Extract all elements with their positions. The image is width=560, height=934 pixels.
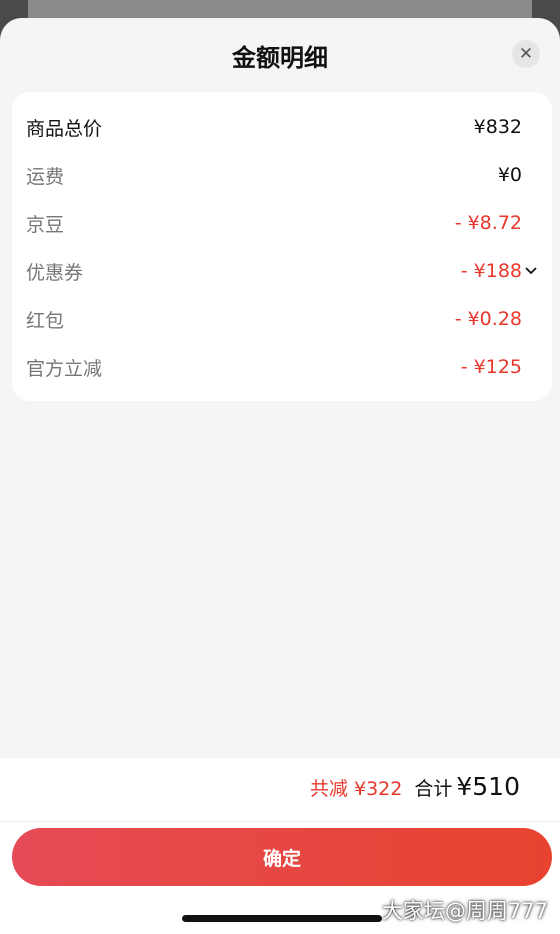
row-label: 红包 [26,309,65,332]
row-total-price: 商品总价 ¥832 [26,103,522,151]
row-value-wrap: - ¥188 [460,260,537,282]
divider [0,821,560,822]
row-value: ¥0 [497,164,522,186]
row-jingdou: 京豆 - ¥8.72 [26,199,522,247]
row-official-discount: 官方立减 - ¥125 [26,343,522,391]
row-value: - ¥188 [460,260,522,282]
footer-bar: 共减 ¥322 合计 ¥510 确定 大家坛@周周777 [0,758,560,934]
total-saving: 共减 ¥322 [309,778,403,800]
row-shipping: 运费 ¥0 [26,151,522,199]
watermark: 大家坛@周周777 [381,899,548,923]
close-icon: ✕ [518,44,534,64]
row-value: ¥832 [473,116,522,138]
home-indicator [182,915,382,922]
row-value: - ¥125 [460,356,522,378]
row-label: 运费 [26,165,65,188]
sheet-title: 金额明细 [232,44,328,72]
row-value: - ¥8.72 [454,212,522,234]
chevron-down-icon[interactable] [525,267,537,275]
price-breakdown-card: 商品总价 ¥832 运费 ¥0 京豆 - ¥8.72 优惠券 - ¥188 红包… [12,92,552,401]
close-button[interactable]: ✕ [512,40,540,68]
order-summary: 共减 ¥322 合计 ¥510 [310,772,520,801]
row-coupon[interactable]: 优惠券 - ¥188 [26,247,537,295]
confirm-button[interactable]: 确定 [12,828,552,886]
row-label: 商品总价 [26,117,103,140]
row-red-packet: 红包 - ¥0.28 [26,295,522,343]
row-label: 官方立减 [26,357,103,380]
row-value: - ¥0.28 [454,308,522,330]
row-label: 优惠券 [26,261,84,284]
row-label: 京豆 [26,213,65,236]
amount-detail-sheet: 金额明细 ✕ 商品总价 ¥832 运费 ¥0 京豆 - ¥8.72 优惠券 - … [0,18,560,934]
total-label: 合计 [414,778,453,800]
total-amount: ¥510 [456,772,520,801]
